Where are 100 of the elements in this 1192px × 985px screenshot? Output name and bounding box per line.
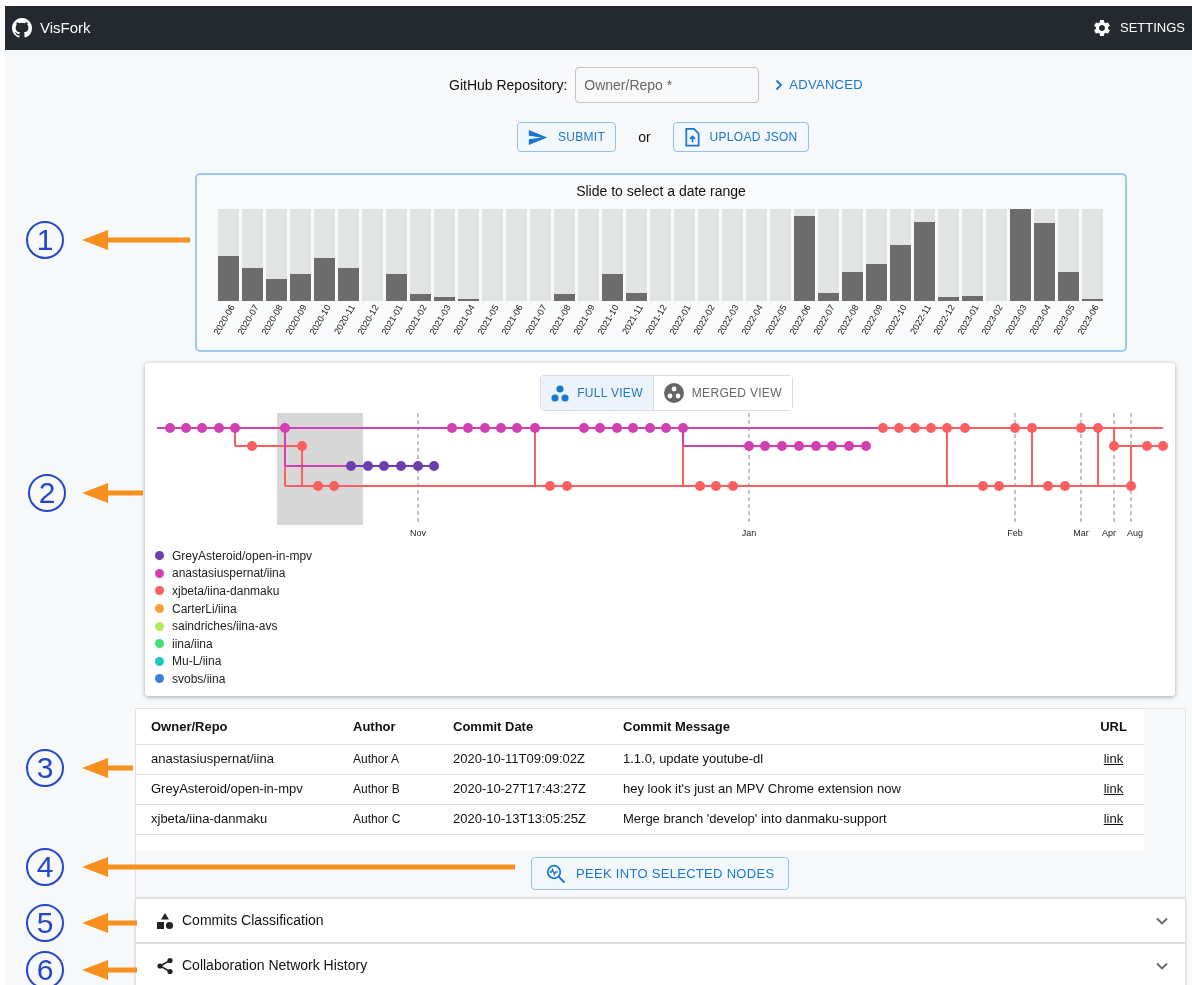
url-link[interactable]: link [1103,781,1124,797]
url-link[interactable]: link [1103,751,1124,767]
settings-button[interactable]: SETTINGS [1092,18,1185,38]
month-bar-track[interactable] [962,209,983,301]
month-bar-track[interactable] [602,209,623,301]
month-bar-track[interactable] [362,209,383,301]
month-bar-track[interactable] [434,209,455,301]
advanced-button[interactable]: ADVANCED [775,75,863,95]
url-link[interactable]: link [1103,811,1124,827]
commit-node[interactable] [827,441,837,451]
commit-node[interactable] [280,423,290,433]
month-bar-track[interactable] [890,209,911,301]
commit-node[interactable] [878,423,888,433]
month-bar-track[interactable] [218,209,239,301]
commit-node[interactable] [512,423,522,433]
commit-node[interactable] [1076,423,1086,433]
month-bar-track[interactable] [722,209,743,301]
month-bar-track[interactable] [1010,209,1031,301]
commit-node[interactable] [645,423,655,433]
commit-node[interactable] [413,461,423,471]
commit-node[interactable] [463,423,473,433]
commit-node[interactable] [1093,423,1103,433]
commit-node[interactable] [661,423,671,433]
view-toggle-button[interactable]: FULL VIEW [541,376,653,410]
month-bar-track[interactable] [242,209,263,301]
commit-node[interactable] [197,423,207,433]
commit-node[interactable] [1027,423,1037,433]
month-bar-track[interactable] [770,209,791,301]
commit-node[interactable] [794,441,804,451]
commit-node[interactable] [978,481,988,491]
month-bar-track[interactable] [626,209,647,301]
commit-node[interactable] [612,423,622,433]
month-bar-track[interactable] [554,209,575,301]
month-bar-track[interactable] [698,209,719,301]
commit-node[interactable] [181,423,191,433]
commit-node[interactable] [1060,481,1070,491]
commit-node[interactable] [861,441,871,451]
commit-node[interactable] [297,441,307,451]
commit-node[interactable] [230,423,240,433]
commit-node[interactable] [1043,481,1053,491]
commit-node[interactable] [994,481,1004,491]
month-bar-track[interactable] [290,209,311,301]
commit-node[interactable] [363,461,373,471]
commit-node[interactable] [562,481,572,491]
accordion-header[interactable]: Collaboration Network History [135,943,1186,985]
commit-node[interactable] [496,423,506,433]
commit-node[interactable] [545,481,555,491]
commit-node[interactable] [695,481,705,491]
month-bar-track[interactable] [746,209,767,301]
commit-node[interactable] [247,441,257,451]
commit-node[interactable] [579,423,589,433]
commit-node[interactable] [628,423,638,433]
commit-node[interactable] [960,423,970,433]
commit-node[interactable] [760,441,770,451]
commit-node[interactable] [1126,481,1136,491]
view-toggle-button[interactable]: MERGED VIEW [652,376,792,410]
accordion-header[interactable]: Commits Classification [135,898,1186,943]
month-bar-track[interactable] [458,209,479,301]
commit-node[interactable] [844,441,854,451]
month-bar-track[interactable] [866,209,887,301]
commit-node[interactable] [1158,441,1168,451]
month-bar-track[interactable] [818,209,839,301]
upload-json-button[interactable]: UPLOAD JSON [672,122,809,152]
month-bar-track[interactable] [410,209,431,301]
commit-node[interactable] [595,423,605,433]
commit-node[interactable] [1010,423,1020,433]
month-bar-track[interactable] [530,209,551,301]
commit-node[interactable] [711,481,721,491]
commit-node[interactable] [942,423,952,433]
month-bar-track[interactable] [386,209,407,301]
month-bar-track[interactable] [986,209,1007,301]
month-bar-track[interactable] [482,209,503,301]
commit-node[interactable] [894,423,904,433]
commit-node[interactable] [313,481,323,491]
commit-node[interactable] [811,441,821,451]
month-bar-track[interactable] [314,209,335,301]
month-bar-track[interactable] [842,209,863,301]
commit-node[interactable] [346,461,356,471]
commit-node[interactable] [728,481,738,491]
month-bar-track[interactable] [674,209,695,301]
commit-node[interactable] [480,423,490,433]
submit-button[interactable]: SUBMIT [517,122,617,152]
commit-node[interactable] [777,441,787,451]
commit-node[interactable] [1109,441,1119,451]
month-bar-track[interactable] [1058,209,1079,301]
month-bar-track[interactable] [650,209,671,301]
month-bar-track[interactable] [266,209,287,301]
commit-node[interactable] [910,423,920,433]
month-bar-track[interactable] [1082,209,1103,301]
commit-node[interactable] [926,423,936,433]
commit-node[interactable] [744,441,754,451]
commit-node[interactable] [379,461,389,471]
commit-node[interactable] [165,423,175,433]
selection-brush[interactable] [277,413,363,525]
commit-node[interactable] [530,423,540,433]
commit-node[interactable] [429,461,439,471]
month-bar-track[interactable] [506,209,527,301]
repo-input-field[interactable]: Owner/Repo * [575,67,760,103]
month-bar-track[interactable] [338,209,359,301]
commit-node[interactable] [678,423,688,433]
